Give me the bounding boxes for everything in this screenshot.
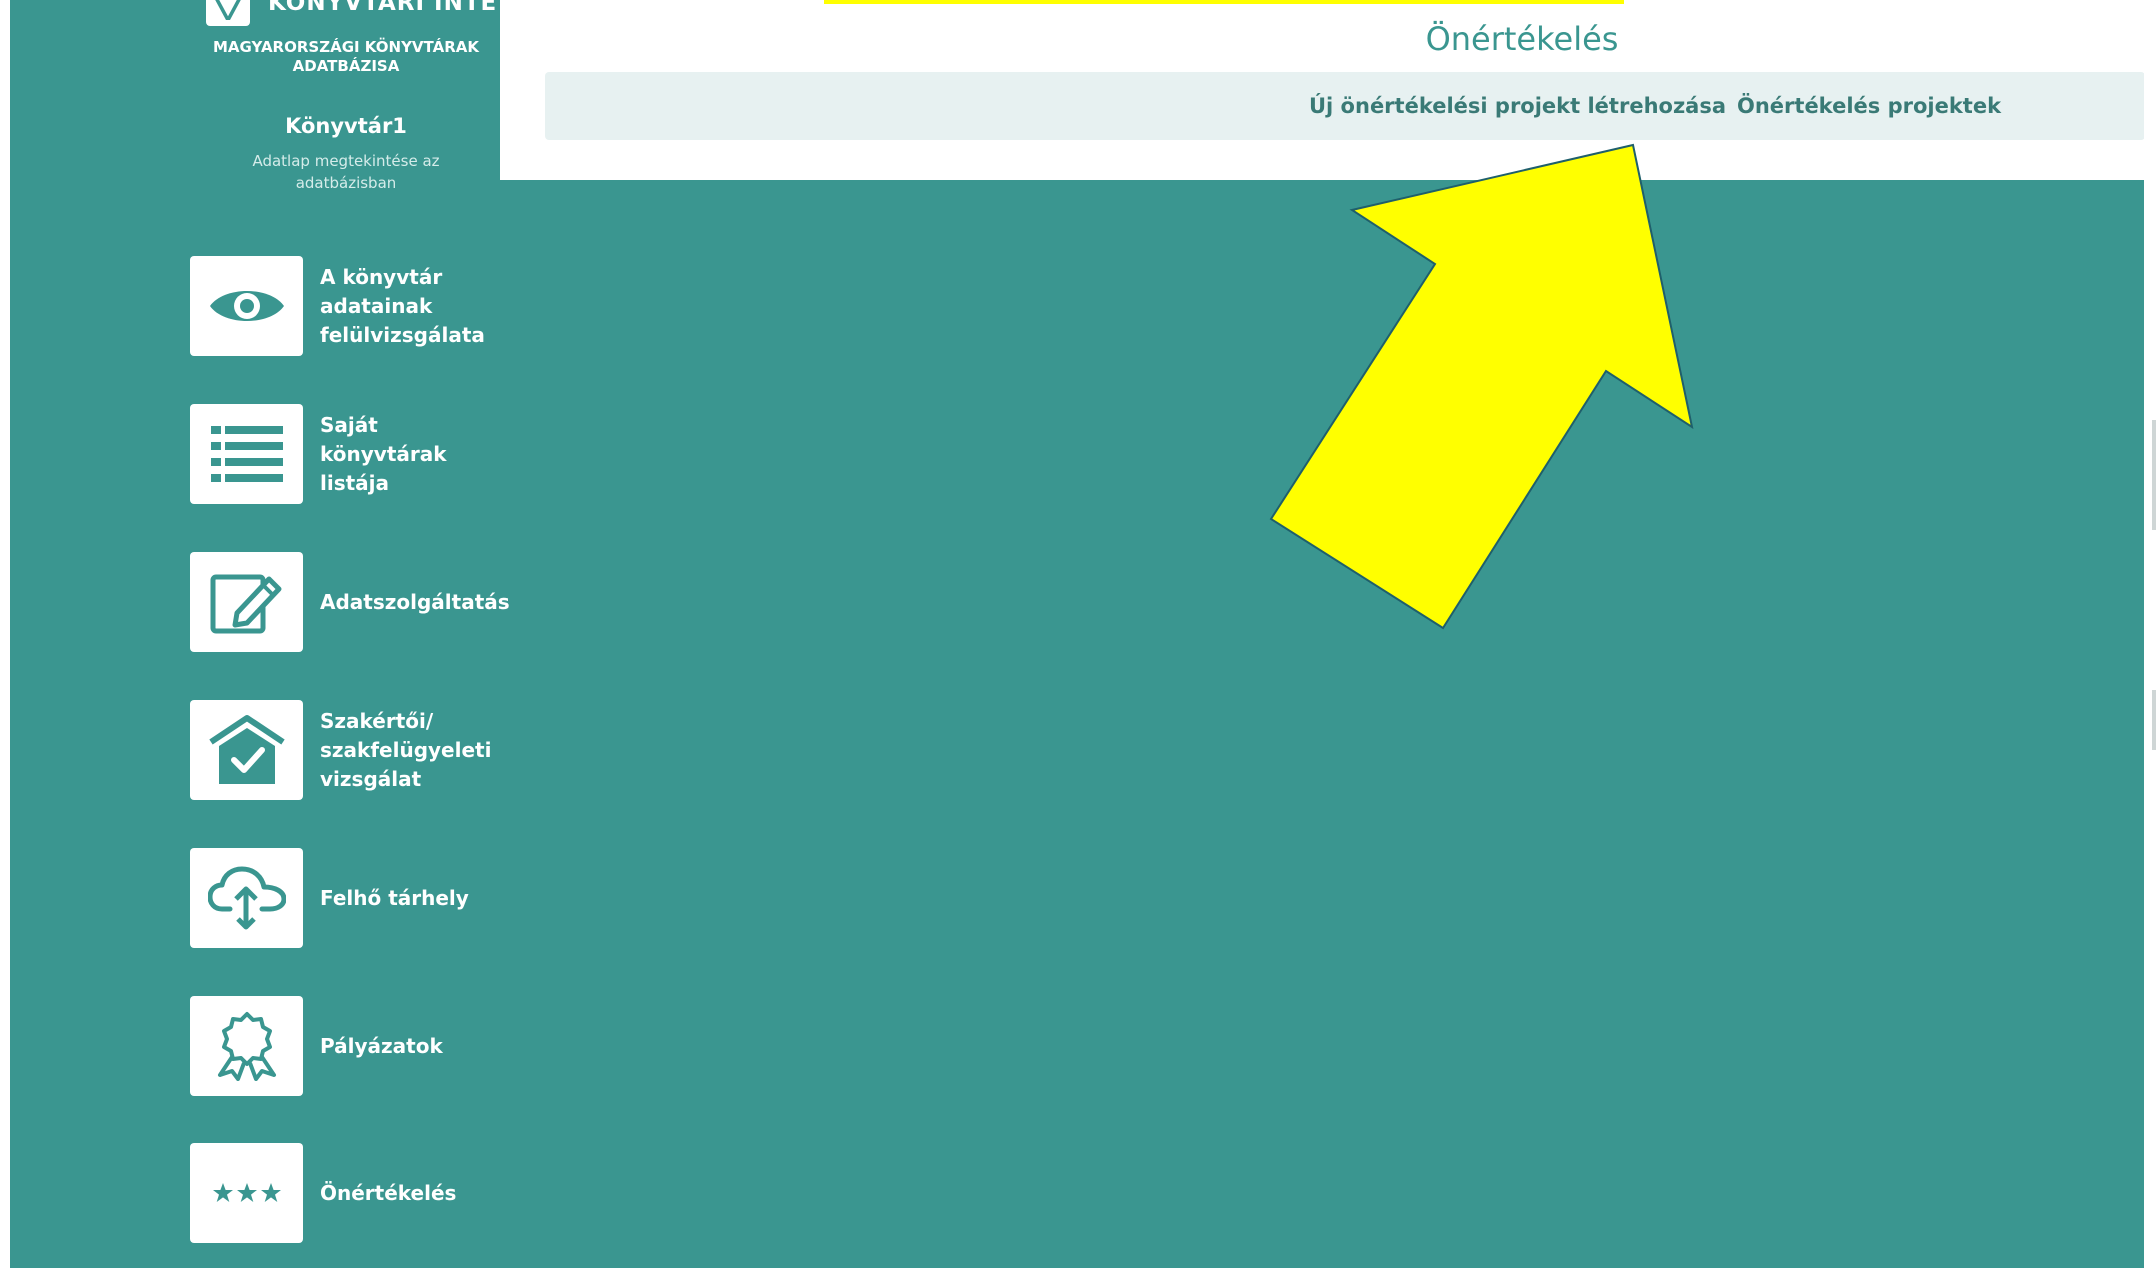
edge-mark bbox=[2152, 420, 2156, 530]
right-edge bbox=[2144, 0, 2156, 1268]
eye-icon bbox=[209, 291, 284, 321]
sidebar-item-label: Felhő tárhely bbox=[320, 885, 469, 910]
app-window: KÖNYVTÁRI INTÉZET MAGYARORSZÁGI KÖNYVTÁR… bbox=[10, 0, 2144, 1268]
subnav-new-project[interactable]: Új önértékelési projekt létrehozása bbox=[1309, 94, 1726, 118]
institute-logo[interactable]: KÖNYVTÁRI INTÉZET bbox=[196, 0, 496, 34]
sidebar-item-self-assessment[interactable]: Önértékelés bbox=[180, 1141, 500, 1245]
datasheet-link[interactable]: Adatlap megtekintése az adatbázisban bbox=[210, 150, 482, 194]
menu-icon-box bbox=[190, 996, 303, 1096]
house-check-icon bbox=[208, 715, 285, 784]
institute-name: KÖNYVTÁRI INTÉZET bbox=[268, 0, 496, 16]
library-name: Könyvtár1 bbox=[285, 114, 407, 138]
sidebar-item-cloud-storage[interactable]: Felhő tárhely bbox=[180, 846, 500, 950]
list-icon bbox=[210, 426, 283, 482]
three-stars-icon bbox=[212, 1183, 281, 1202]
sidebar-item-label: A könyvtár adatainak felülvizsgálata bbox=[320, 264, 485, 347]
sidebar-item-data-service[interactable]: Adatszolgáltatás bbox=[180, 550, 510, 654]
menu-icon-box bbox=[190, 700, 303, 800]
highlight-bar bbox=[824, 0, 1624, 4]
sidebar: KÖNYVTÁRI INTÉZET MAGYARORSZÁGI KÖNYVTÁR… bbox=[10, 0, 510, 1268]
page-title: Önértékelés bbox=[1425, 20, 1619, 58]
menu-icon-box bbox=[190, 552, 303, 652]
sidebar-item-label: Pályázatok bbox=[320, 1033, 443, 1058]
award-icon bbox=[217, 1012, 276, 1081]
sidebar-item-grants[interactable]: Pályázatok bbox=[180, 994, 500, 1098]
sidebar-item-own-libraries[interactable]: Saját könyvtárak listája bbox=[180, 402, 500, 506]
sidebar-item-data-review[interactable]: A könyvtár adatainak felülvizsgálata bbox=[180, 254, 500, 358]
sidebar-item-label: Adatszolgáltatás bbox=[320, 589, 510, 614]
cloud-upload-icon bbox=[207, 866, 286, 930]
edit-document-icon bbox=[210, 574, 281, 634]
institute-logo-icon bbox=[206, 0, 250, 26]
edge-mark bbox=[2152, 690, 2156, 750]
page-header: Önértékelés Új önértékelési projekt létr… bbox=[500, 0, 2144, 180]
sidebar-item-label: Saját könyvtárak listája bbox=[320, 412, 447, 495]
sidebar-item-label: Önértékelés bbox=[320, 1180, 457, 1205]
menu-icon-box bbox=[190, 848, 303, 948]
subnav-projects[interactable]: Önértékelés projektek bbox=[1737, 94, 2001, 118]
database-name: MAGYARORSZÁGI KÖNYVTÁRAK ADATBÁZISA bbox=[213, 38, 479, 75]
sidebar-item-expert-review[interactable]: Szakértői/ szakfelügyeleti vizsgálat bbox=[180, 698, 500, 802]
subnav-bar: Új önértékelési projekt létrehozása Önér… bbox=[545, 72, 2144, 140]
sidebar-item-label: Szakértői/ szakfelügyeleti vizsgálat bbox=[320, 708, 492, 791]
menu-icon-box bbox=[190, 1143, 303, 1243]
menu-icon-box bbox=[190, 404, 303, 504]
menu-icon-box bbox=[190, 256, 303, 356]
